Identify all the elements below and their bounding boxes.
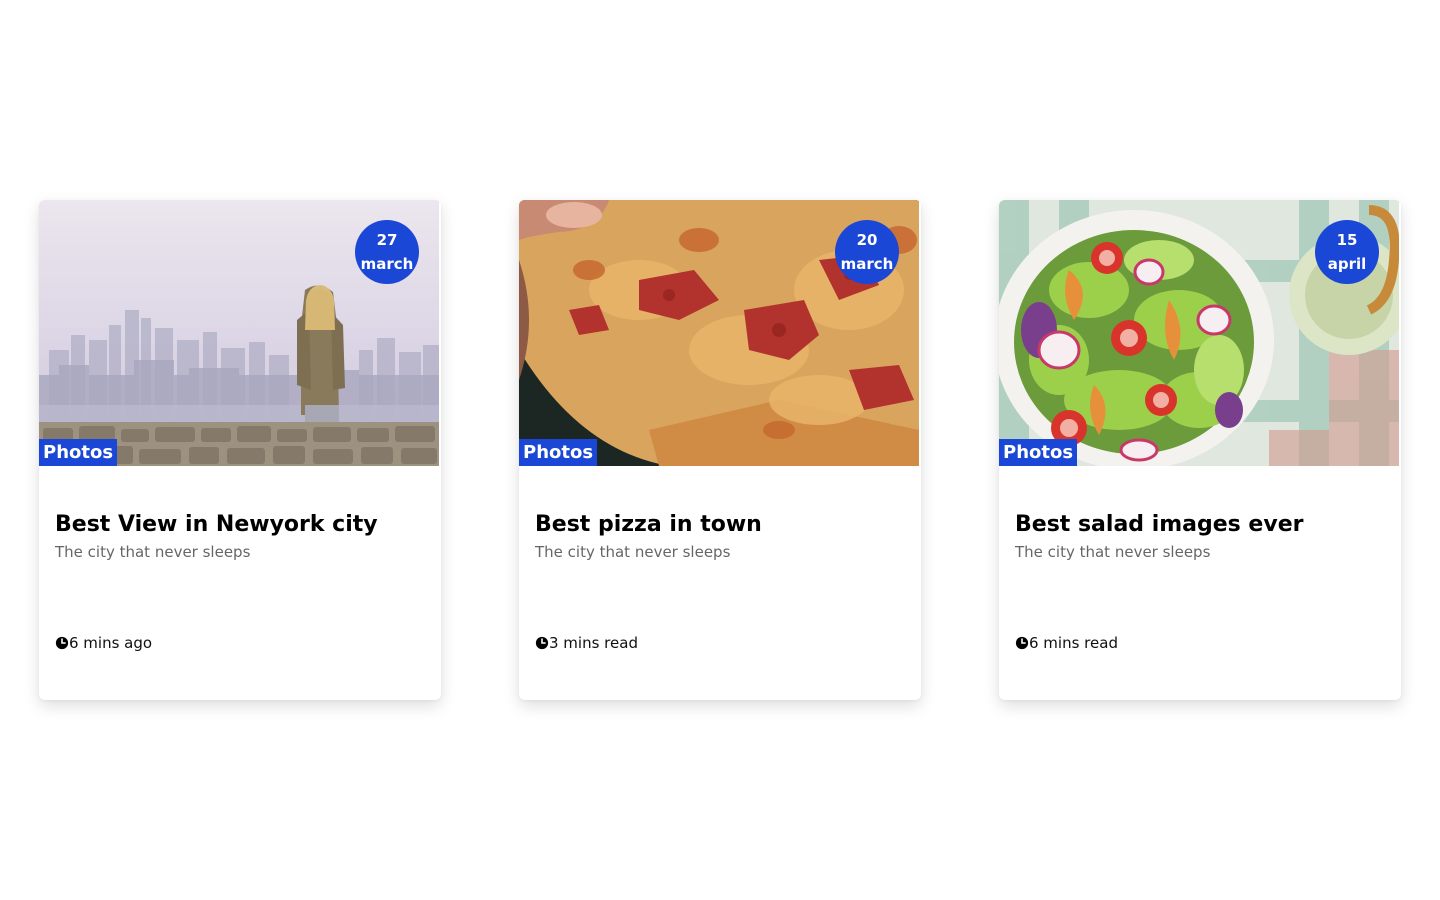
clock-icon bbox=[1015, 636, 1029, 650]
date-badge: 15 april bbox=[1315, 220, 1379, 284]
card-subtitle: The city that never sleeps bbox=[55, 543, 251, 561]
date-day: 15 bbox=[1336, 231, 1358, 249]
card-image-container[interactable]: 15 april Photos bbox=[999, 200, 1399, 466]
card-body: Best salad images ever The city that nev… bbox=[999, 466, 1401, 564]
card-image-container[interactable]: 20 march Photos bbox=[519, 200, 919, 466]
meta-text: 6 mins read bbox=[1029, 634, 1118, 652]
card-meta: 6 mins read bbox=[1015, 634, 1118, 652]
card-list: 27 march Photos Best View in Newyork cit… bbox=[39, 200, 1401, 700]
card-body: Best View in Newyork city The city that … bbox=[39, 466, 441, 564]
card-meta: 3 mins read bbox=[535, 634, 638, 652]
date-month: march bbox=[360, 255, 414, 273]
card-title[interactable]: Best salad images ever bbox=[1015, 510, 1385, 540]
card-subtitle: The city that never sleeps bbox=[535, 543, 731, 561]
article-card-salad[interactable]: 15 april Photos Best salad images ever T… bbox=[999, 200, 1401, 700]
clock-icon bbox=[55, 636, 69, 650]
article-card-pizza[interactable]: 20 march Photos Best pizza in town The c… bbox=[519, 200, 921, 700]
card-title[interactable]: Best View in Newyork city bbox=[55, 510, 425, 540]
card-title[interactable]: Best pizza in town bbox=[535, 510, 905, 540]
card-subtitle: The city that never sleeps bbox=[1015, 543, 1211, 561]
article-card-newyork[interactable]: 27 march Photos Best View in Newyork cit… bbox=[39, 200, 441, 700]
date-month: march bbox=[840, 255, 894, 273]
date-month: april bbox=[1327, 255, 1367, 273]
card-body: Best pizza in town The city that never s… bbox=[519, 466, 921, 564]
date-day: 27 bbox=[376, 231, 398, 249]
date-badge: 27 march bbox=[355, 220, 419, 284]
meta-text: 3 mins read bbox=[549, 634, 638, 652]
date-badge: 20 march bbox=[835, 220, 899, 284]
card-meta: 6 mins ago bbox=[55, 634, 152, 652]
category-tag[interactable]: Photos bbox=[519, 439, 598, 466]
date-day: 20 bbox=[856, 231, 878, 249]
category-tag[interactable]: Photos bbox=[999, 439, 1078, 466]
meta-text: 6 mins ago bbox=[69, 634, 153, 652]
card-image-container[interactable]: 27 march Photos bbox=[39, 200, 439, 466]
clock-icon bbox=[535, 636, 549, 650]
category-tag[interactable]: Photos bbox=[39, 439, 118, 466]
